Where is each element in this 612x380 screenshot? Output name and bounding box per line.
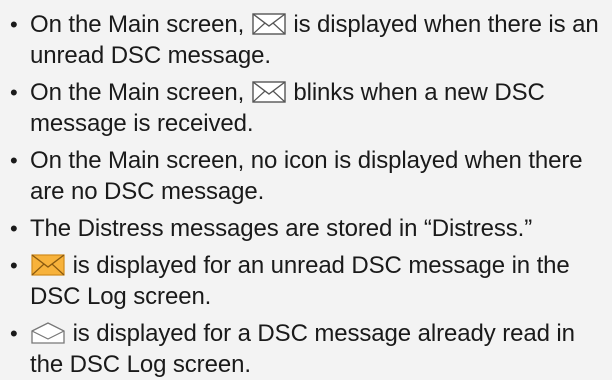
note-item: • On the Main screen, is displayed when t… [8, 9, 608, 71]
notes-panel: • On the Main screen, is displayed when t… [0, 0, 612, 378]
bullet: • [10, 148, 18, 173]
note-item: • On the Main screen, no icon is displaye… [8, 145, 608, 207]
note-text-after: is displayed for a DSC message already r… [30, 320, 575, 378]
note-item: • is displayed for a DSC message already… [8, 318, 608, 380]
note-text-before: On the Main screen, [30, 79, 251, 106]
note-text-after: is displayed for an unread DSC message i… [30, 252, 570, 310]
read-mail-icon [31, 322, 65, 344]
note-text: The Distress messages are stored in “Dis… [30, 215, 533, 242]
note-item: • On the Main screen, blinks when a new D… [8, 77, 608, 139]
bullet: • [10, 80, 18, 105]
unread-mail-icon [252, 13, 286, 35]
bullet: • [10, 321, 18, 346]
bullet: • [10, 216, 18, 241]
note-text-before: On the Main screen, [30, 11, 251, 38]
unread-log-mail-icon [31, 254, 65, 276]
note-item: • is displayed for an unread DSC message… [8, 250, 608, 312]
bullet: • [10, 12, 18, 37]
note-text: On the Main screen, no icon is displayed… [30, 147, 583, 205]
notes-list: • On the Main screen, is displayed when t… [8, 9, 608, 380]
bullet: • [10, 253, 18, 278]
note-item: • The Distress messages are stored in “Di… [8, 213, 608, 244]
unread-mail-icon [252, 81, 286, 103]
